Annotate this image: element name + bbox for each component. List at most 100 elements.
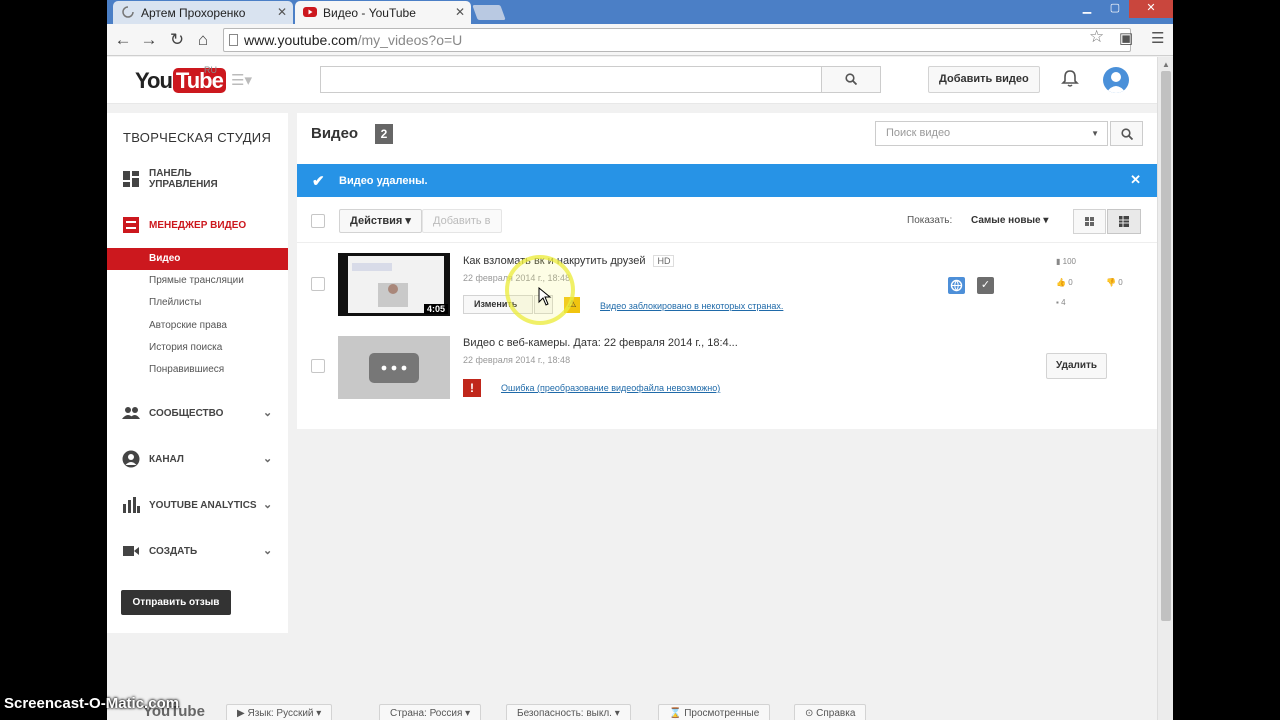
- likes-stat: 👍 0: [1056, 278, 1073, 287]
- chevron-down-icon[interactable]: ⌄: [263, 544, 272, 557]
- loading-icon: [121, 6, 135, 18]
- page-scrollbar[interactable]: ▲: [1157, 57, 1173, 720]
- sidebar-item-videos[interactable]: Видео: [107, 248, 288, 270]
- guide-menu-icon[interactable]: ☰▾: [231, 71, 252, 89]
- menu-icon[interactable]: ☰: [1151, 29, 1164, 47]
- home-icon[interactable]: ⌂: [193, 30, 213, 50]
- tab-profile[interactable]: Артем Прохоренко ✕: [113, 1, 293, 24]
- history-button[interactable]: ⌛ Просмотренные: [658, 704, 771, 720]
- close-icon[interactable]: ✕: [1130, 172, 1141, 188]
- blocked-status-link[interactable]: Видео заблокировано в некоторых странах.: [600, 301, 783, 311]
- sidebar-item-video-manager[interactable]: МЕНЕДЖЕР ВИДЕО: [107, 212, 288, 238]
- sidebar-item-liked[interactable]: Понравившиеся: [107, 359, 288, 381]
- actions-bar: Действия ▾ Добавить в Показать: Самые но…: [297, 205, 1157, 243]
- scrollbar-thumb[interactable]: [1161, 71, 1171, 621]
- creator-studio-sidebar: ТВОРЧЕСКАЯ СТУДИЯ ПАНЕЛЬ УПРАВЛЕНИЯ МЕНЕД…: [107, 113, 288, 633]
- studio-title[interactable]: ТВОРЧЕСКАЯ СТУДИЯ: [123, 130, 271, 145]
- chevron-down-icon[interactable]: ⌄: [263, 406, 272, 419]
- tab-youtube[interactable]: Видео - YouTube ✕: [295, 1, 471, 24]
- sidebar-item-dashboard[interactable]: ПАНЕЛЬ УПРАВЛЕНИЯ: [107, 166, 288, 200]
- community-icon: [122, 404, 140, 422]
- forward-icon[interactable]: →: [139, 30, 159, 50]
- video-checkbox[interactable]: [311, 277, 325, 291]
- public-globe-icon: [948, 277, 965, 294]
- actions-dropdown[interactable]: Действия ▾: [339, 209, 422, 233]
- sidebar-item-create[interactable]: СОЗДАТЬ ⌄: [107, 538, 288, 564]
- deleted-notice-banner: ✔ Видео удалены. ✕: [297, 164, 1157, 197]
- window-controls: ▁ ▢ ✕: [1073, 0, 1173, 18]
- maximize-icon[interactable]: ▢: [1101, 0, 1129, 18]
- search-button[interactable]: [821, 66, 881, 93]
- page-footer: YouTube ▶ Язык: Русский ▾ Страна: Россия…: [107, 695, 1157, 720]
- back-icon[interactable]: ←: [113, 30, 133, 50]
- video-thumbnail[interactable]: [338, 336, 450, 399]
- sidebar-item-community[interactable]: СООБЩЕСТВО ⌄: [107, 400, 288, 426]
- search-icon: [845, 73, 858, 86]
- upload-button[interactable]: Добавить видео: [928, 66, 1040, 93]
- avatar[interactable]: [1103, 67, 1129, 93]
- browser-toolbar: ← → ↻ ⌂ www.youtube.com/my_videos?o=U ☆ …: [107, 24, 1173, 56]
- minimize-icon[interactable]: ▁: [1073, 0, 1101, 18]
- dashboard-icon: [122, 170, 140, 188]
- sort-dropdown[interactable]: Самые новые ▾: [971, 215, 1048, 226]
- video-manager-panel: Видео 2 Поиск видео ▼ ✔ Видео удалены. ✕…: [297, 113, 1157, 429]
- tab-title: Артем Прохоренко: [141, 6, 246, 20]
- video-title[interactable]: Видео с веб-камеры. Дата: 22 февраля 201…: [463, 337, 738, 349]
- reload-icon[interactable]: ↻: [167, 30, 187, 50]
- language-button[interactable]: ▶ Язык: Русский ▾: [226, 704, 333, 720]
- page-title: Видео: [311, 125, 359, 142]
- show-label: Показать:: [907, 215, 953, 226]
- sidebar-item-copyright[interactable]: Авторские права: [107, 315, 288, 337]
- sidebar-item-playlists[interactable]: Плейлисты: [107, 292, 288, 314]
- new-tab-button[interactable]: [472, 5, 506, 20]
- video-search-input[interactable]: Поиск видео ▼: [875, 121, 1108, 146]
- tab-title: Видео - YouTube: [323, 6, 416, 20]
- sidebar-item-channel[interactable]: КАНАЛ ⌄: [107, 446, 288, 472]
- close-icon[interactable]: ✕: [277, 5, 287, 19]
- search-icon: [1120, 128, 1133, 141]
- video-title[interactable]: Как взломать вк и накрутить друзей HD: [463, 255, 675, 267]
- error-status-link[interactable]: Ошибка (преобразование видеофайла невозм…: [501, 383, 720, 393]
- country-button[interactable]: Страна: Россия ▾: [379, 704, 482, 720]
- analytics-icon: [122, 496, 140, 514]
- add-to-button[interactable]: Добавить в: [422, 209, 502, 233]
- bookmark-star-icon[interactable]: ☆: [1089, 27, 1104, 47]
- sidebar-item-analytics[interactable]: YOUTUBE ANALYTICS ⌄: [107, 492, 288, 518]
- send-feedback-button[interactable]: Отправить отзыв: [121, 590, 231, 615]
- sidebar-item-live[interactable]: Прямые трансляции: [107, 270, 288, 292]
- video-row: Видео с веб-камеры. Дата: 22 февраля 201…: [297, 328, 1157, 412]
- chevron-down-icon[interactable]: ⌄: [263, 452, 272, 465]
- scroll-up-icon[interactable]: ▲: [1162, 60, 1170, 69]
- youtube-favicon-icon: [303, 6, 317, 18]
- mouse-cursor-icon: [538, 286, 552, 307]
- comments-stat: ▪ 4: [1056, 298, 1066, 307]
- grid-view-button[interactable]: [1073, 209, 1106, 234]
- browser-window: Артем Прохоренко ✕ Видео - YouTube ✕ ▁ ▢…: [107, 0, 1173, 720]
- check-icon: ✔: [312, 173, 325, 190]
- list-view-button[interactable]: [1107, 209, 1141, 234]
- video-thumbnail[interactable]: 4:05: [338, 253, 450, 316]
- address-bar[interactable]: www.youtube.com/my_videos?o=U: [223, 28, 1131, 52]
- close-icon[interactable]: ✕: [455, 5, 465, 19]
- grid-icon: [1085, 217, 1094, 226]
- video-date: 22 февраля 2014 г., 18:48: [463, 355, 571, 365]
- close-window-icon[interactable]: ✕: [1129, 0, 1173, 18]
- safety-button[interactable]: Безопасность: выкл. ▾: [506, 704, 631, 720]
- video-search-button[interactable]: [1110, 121, 1143, 146]
- dropdown-arrow-icon[interactable]: ▼: [1091, 122, 1099, 145]
- delete-button[interactable]: Удалить: [1046, 353, 1108, 379]
- video-checkbox[interactable]: [311, 359, 325, 373]
- notifications-bell-icon[interactable]: [1060, 69, 1080, 89]
- youtube-logo[interactable]: You Tube RU: [135, 65, 226, 94]
- monetization-check-icon: ✓: [977, 277, 994, 294]
- help-button[interactable]: ⊙ Справка: [794, 704, 867, 720]
- select-all-checkbox[interactable]: [311, 214, 325, 228]
- dislikes-stat: 👎 0: [1106, 278, 1123, 287]
- page-icon: [229, 34, 238, 46]
- chevron-down-icon[interactable]: ⌄: [263, 498, 272, 511]
- video-camera-icon: [122, 542, 140, 560]
- sidebar-item-search-history[interactable]: История поиска: [107, 337, 288, 359]
- search-input[interactable]: [320, 66, 822, 93]
- extension-icon[interactable]: ▣: [1119, 29, 1133, 47]
- youtube-masthead: You Tube RU ☰▾ Добавить видео: [107, 57, 1157, 104]
